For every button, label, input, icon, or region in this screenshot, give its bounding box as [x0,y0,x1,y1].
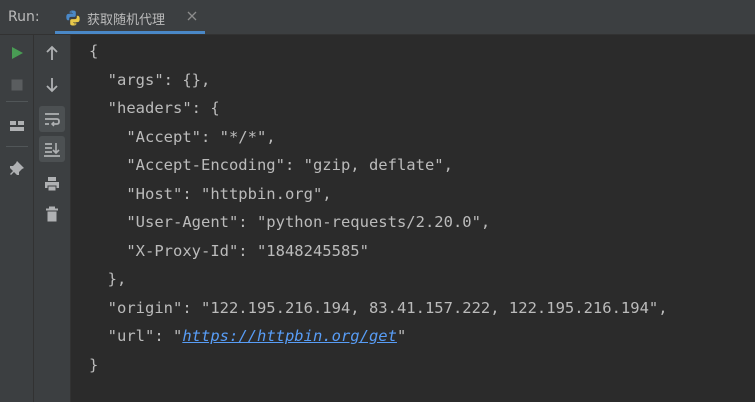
close-icon[interactable] [186,10,198,22]
console-line: "X-Proxy-Id": "1848245585" [89,242,369,260]
python-icon [66,10,80,26]
console-line: "args": {}, [89,71,211,89]
console-line: { [89,42,99,60]
tab-label: 获取随机代理 [87,13,166,28]
soft-wrap-icon [45,113,60,127]
arrow-down-icon [46,78,58,93]
console-line: "User-Agent": "python-requests/2.20.0", [89,213,491,231]
trash-icon [46,206,58,222]
print-icon [45,177,59,192]
previous-occurrence-button[interactable] [39,40,65,66]
run-controls-toolbar [0,35,34,402]
url-link[interactable]: https://httpbin.org/get [182,327,397,345]
run-tool-window: Run: 获取随机代理 {"args": {}, "headers": {"… [0,0,755,402]
console-line: "Host": "httpbin.org", [89,185,332,203]
console-line: "headers": { [89,99,220,117]
run-label: Run: [8,9,40,25]
pin-icon [10,161,24,175]
scroll-to-end-button[interactable] [39,136,65,162]
console-output[interactable]: { "args": {}, "headers": { "Accept": "*/… [71,35,755,402]
pin-tab-button[interactable] [4,156,30,182]
arrow-up-icon [46,45,58,60]
clear-all-button[interactable] [39,201,65,227]
scroll-to-end-icon [44,143,60,157]
console-actions-toolbar [34,35,71,402]
console-line: } [89,356,99,374]
console-line-url: "url": "https://httpbin.org/get" [89,326,407,346]
next-occurrence-button[interactable] [39,72,65,98]
stop-icon [11,79,23,91]
console-text: " [396,327,407,345]
run-icon [12,47,23,59]
layout-icon [10,121,24,131]
rerun-button[interactable] [4,40,30,66]
print-button[interactable] [39,171,65,197]
console-line: }, [89,270,127,288]
console-line: "Accept-Encoding": "gzip, deflate", [89,156,453,174]
console-line: "Accept": "*/*", [89,128,276,146]
console-text: "url": " [89,327,183,345]
restore-layout-button[interactable] [4,113,30,139]
console-line: "origin": "122.195.216.194, 83.41.157.22… [89,299,668,317]
tab-run-configuration[interactable]: 获取随机代理 [55,0,205,34]
stop-button[interactable] [4,72,30,98]
run-tab-bar: Run: 获取随机代理 [0,0,755,35]
soft-wrap-button[interactable] [39,106,65,132]
toolbar-separator [6,101,28,102]
toolbar-separator [6,146,28,147]
